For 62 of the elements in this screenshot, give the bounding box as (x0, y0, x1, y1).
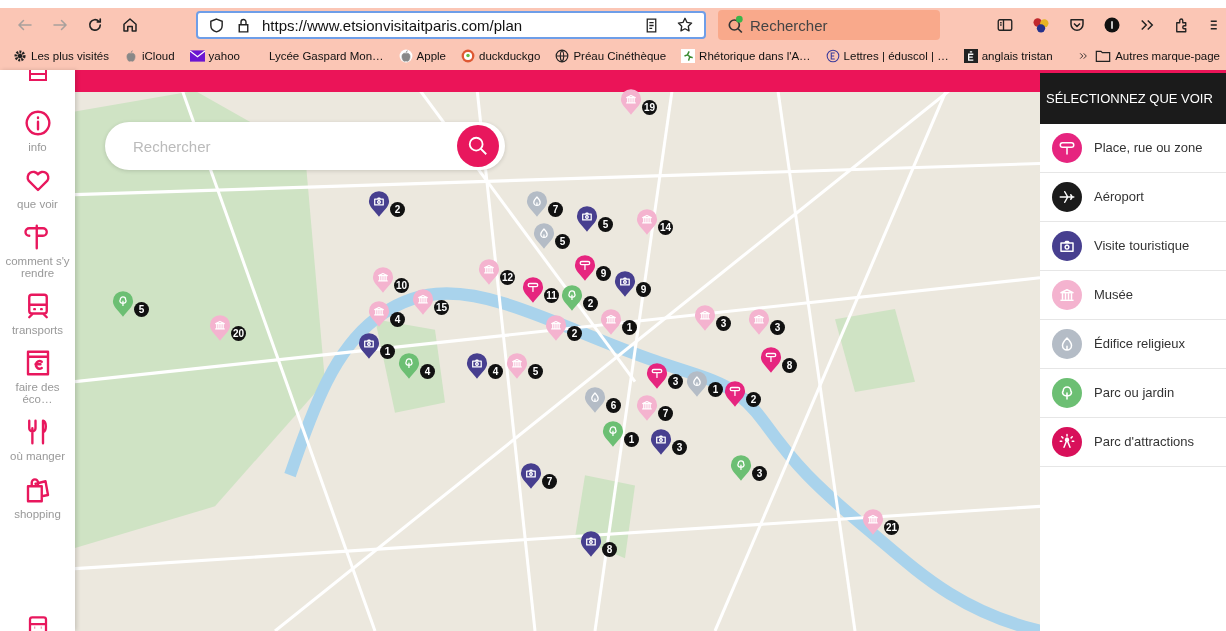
bookmark[interactable]: Lettres | éduscol | … (825, 49, 949, 63)
star-icon[interactable] (676, 16, 694, 34)
folder-icon (1095, 49, 1112, 63)
map-pin[interactable] (580, 530, 602, 558)
bookmark[interactable]: iCloud (124, 49, 175, 63)
search-icon (726, 15, 746, 35)
bookmark[interactable]: duckduckgo (461, 49, 541, 63)
bookmark[interactable]: yahoo (189, 50, 240, 62)
category-item[interactable]: Aéroport (1040, 173, 1226, 222)
colored-balls-icon[interactable] (1031, 15, 1051, 35)
category-item[interactable]: Édifice religieux (1040, 320, 1226, 369)
letter-e-icon (825, 49, 840, 63)
apple-icon (124, 49, 138, 63)
burst-icon (1058, 433, 1076, 451)
bookmark[interactable]: Préau Cinéthèque (555, 49, 667, 63)
bookmark[interactable]: Apple (398, 49, 446, 63)
letter-e-icon (963, 49, 978, 63)
duck-icon (461, 49, 475, 63)
bookmarks-folder[interactable]: Autres marque-page (1095, 49, 1220, 63)
category-item[interactable]: Place, rue ou zone (1040, 124, 1226, 173)
reload-icon[interactable] (86, 16, 104, 34)
address-bar[interactable]: https://www.etsionvisitaitparis.com/plan (196, 11, 706, 39)
shield-icon[interactable] (208, 16, 225, 34)
category-item[interactable]: Parc d'attractions (1040, 418, 1226, 467)
category-item[interactable]: Visite touristique (1040, 222, 1226, 271)
bookmark[interactable]: Rhétorique dans l'A… (681, 49, 811, 63)
pocket-icon[interactable] (1068, 16, 1086, 34)
globe-icon (555, 49, 570, 63)
airplane-icon (1058, 188, 1076, 206)
bookmark[interactable]: Les plus visités (13, 49, 109, 63)
bookmark[interactable]: anglais tristan (963, 49, 1053, 63)
map-pin[interactable] (520, 462, 542, 490)
map-pin[interactable] (466, 352, 488, 380)
signpost-icon (1058, 139, 1076, 157)
info-icon (22, 108, 53, 138)
search-field[interactable]: Rechercher (718, 10, 940, 40)
panel-title: SÉLECTIONNEZ QUE VOIR (1040, 73, 1226, 124)
envelope-icon (189, 50, 205, 62)
map-pin[interactable] (358, 332, 380, 360)
map-pin[interactable] (522, 276, 544, 304)
map-search-field[interactable]: Rechercher (105, 122, 505, 170)
bookmark[interactable]: Lycée Gaspard Mon… (254, 50, 384, 62)
category-item[interactable]: Musée (1040, 271, 1226, 320)
category-item[interactable]: Parc ou jardin (1040, 369, 1226, 418)
sidebar-icon[interactable] (996, 16, 1014, 34)
apple-icon (398, 49, 413, 63)
map-pin[interactable] (574, 254, 596, 282)
search-icon (467, 135, 489, 157)
map-pin[interactable] (646, 362, 668, 390)
map-pin[interactable] (760, 346, 782, 374)
museum-icon (1058, 286, 1076, 304)
account-icon[interactable] (1103, 16, 1121, 34)
url-text: https://www.etsionvisitaitparis.com/plan (262, 16, 524, 34)
home-icon[interactable] (121, 16, 139, 34)
map-pin[interactable] (620, 88, 642, 116)
map-pin[interactable] (650, 428, 672, 456)
runner-icon (681, 49, 696, 63)
map-pin[interactable] (368, 190, 390, 218)
map-pin[interactable] (614, 270, 636, 298)
map-pin[interactable] (576, 205, 598, 233)
gear-icon (13, 49, 27, 63)
map-pin[interactable] (724, 380, 746, 408)
